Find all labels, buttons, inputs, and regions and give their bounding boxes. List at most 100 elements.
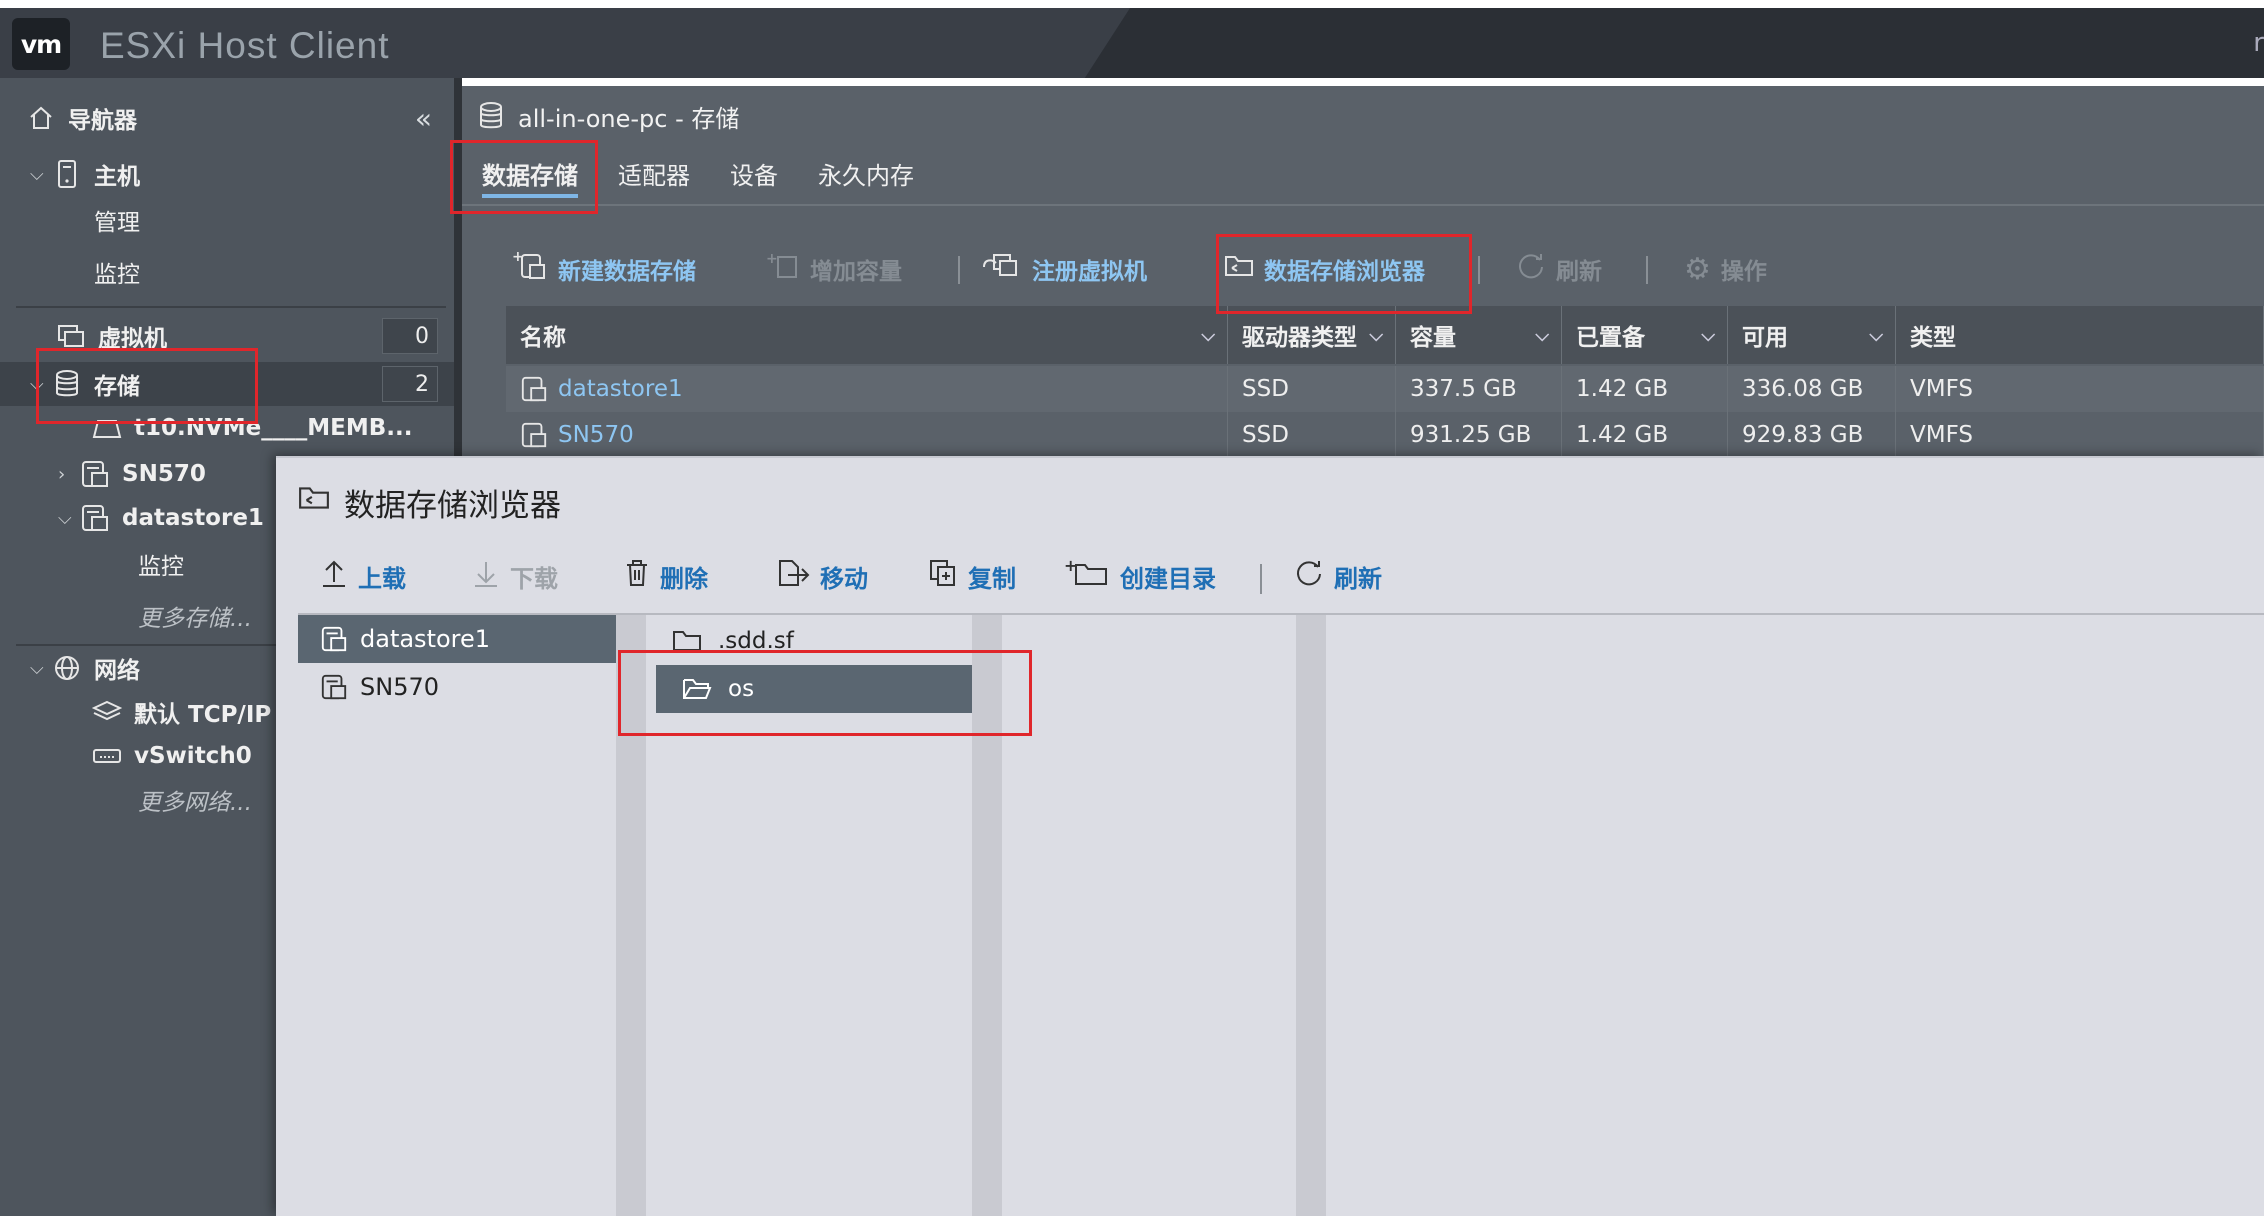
datastore-icon — [320, 672, 348, 702]
column-splitter[interactable] — [972, 615, 1002, 1216]
refresh-button[interactable]: 刷新 — [1516, 236, 1602, 302]
folder-browse-icon — [298, 484, 330, 520]
table-row[interactable]: datastore1 SSD 337.5 GB 1.42 GB 336.08 G… — [506, 366, 2264, 412]
column-splitter[interactable] — [616, 615, 646, 1216]
chevron-down-icon[interactable]: ⌵ — [1535, 325, 1549, 346]
new-datastore-button[interactable]: + 新建数据存储 — [512, 236, 696, 302]
tab-devices[interactable]: 设备 — [730, 154, 778, 198]
top-bar: vm ESXi Host Client r — [0, 8, 2264, 78]
tab-persistent-memory[interactable]: 永久内存 — [818, 154, 914, 198]
navigator-title: 导航器 — [68, 108, 137, 134]
create-directory-button[interactable]: + 创建目录 — [1064, 542, 1216, 610]
tab-bar: 数据存储 适配器 设备 永久内存 — [462, 146, 2264, 206]
nav-item-label: 更多存储... — [138, 606, 252, 632]
chevron-down-icon[interactable]: ⌵ — [30, 374, 52, 395]
datastore-icon — [80, 503, 110, 533]
column-label: 名称 — [520, 325, 566, 351]
folder-item-os[interactable]: os — [656, 665, 972, 713]
chevron-down-icon[interactable]: ⌵ — [30, 164, 52, 185]
datastore-list: datastore1 SN570 — [298, 615, 616, 1216]
button-label: 数据存储浏览器 — [1264, 259, 1425, 285]
chevron-down-icon[interactable]: ⌵ — [1369, 325, 1383, 346]
button-label: 创建目录 — [1120, 564, 1216, 593]
column-label: 类型 — [1910, 325, 1956, 351]
cell-capacity: 337.5 GB — [1396, 366, 1562, 412]
navigator-header: 导航器 « — [0, 96, 454, 140]
dialog-refresh-button[interactable]: 刷新 — [1294, 542, 1382, 610]
datastore-list-item-sn570[interactable]: SN570 — [298, 663, 616, 711]
download-button[interactable]: 下载 — [472, 542, 558, 610]
actions-button[interactable]: ⚙ 操作 — [1684, 236, 1767, 302]
column-label: 容量 — [1410, 325, 1456, 351]
nav-storage[interactable]: ⌵ 存储 2 — [0, 362, 454, 406]
nav-divider — [16, 306, 446, 308]
column-label: 可用 — [1742, 325, 1788, 351]
button-label: 刷新 — [1334, 564, 1382, 593]
storage-count-badge: 2 — [382, 366, 438, 402]
datastore-link[interactable]: SN570 — [558, 422, 634, 448]
gear-icon: ⚙ — [1684, 251, 1711, 287]
vm-count-badge: 0 — [382, 318, 438, 354]
column-header-type[interactable]: 类型 — [1896, 306, 2264, 364]
home-icon[interactable] — [26, 103, 56, 133]
datastore-name: datastore1 — [360, 625, 491, 653]
column-splitter[interactable] — [1296, 615, 1326, 1216]
delete-button[interactable]: 删除 — [624, 542, 708, 610]
datastore-icon — [320, 624, 348, 654]
nav-item-label: vSwitch0 — [134, 743, 252, 769]
nav-item-label: datastore1 — [122, 505, 264, 531]
column-header-name[interactable]: 名称 ⌵ — [506, 306, 1228, 364]
vmware-logo[interactable]: vm — [12, 18, 70, 70]
move-button[interactable]: 移动 — [776, 542, 868, 610]
nav-virtual-machines[interactable]: 虚拟机 0 — [0, 314, 454, 358]
button-label: 移动 — [820, 564, 868, 593]
nav-item-label: 默认 TCP/IP — [134, 702, 272, 728]
datastore-icon — [520, 421, 548, 449]
table-row[interactable]: SN570 SSD 931.25 GB 1.42 GB 929.83 GB VM… — [506, 412, 2264, 458]
increase-capacity-button[interactable]: + 增加容量 — [766, 236, 902, 302]
refresh-icon — [1516, 251, 1546, 287]
folder-name: os — [728, 676, 755, 702]
cell-type: VMFS — [1896, 366, 2264, 412]
nav-host-manage[interactable]: 管理 — [0, 198, 454, 242]
chevron-down-icon[interactable]: ⌵ — [1701, 325, 1715, 346]
move-icon — [776, 558, 810, 594]
nav-storage-device[interactable]: t10.NVMe____MEMB... — [0, 406, 454, 450]
user-menu[interactable]: r — [2253, 28, 2264, 58]
button-label: 下载 — [510, 564, 558, 593]
chevron-right-icon[interactable]: › — [58, 464, 80, 485]
column-header-drive-type[interactable]: 驱动器类型 ⌵ — [1228, 306, 1396, 364]
datastore-browser-button[interactable]: 数据存储浏览器 — [1224, 236, 1425, 302]
tab-adapters[interactable]: 适配器 — [618, 154, 690, 198]
toolbar-divider — [1646, 256, 1648, 284]
column-header-provisioned[interactable]: 已置备 ⌵ — [1562, 306, 1728, 364]
chevron-down-icon[interactable]: ⌵ — [1201, 325, 1215, 346]
nav-item-label: 监控 — [138, 554, 184, 580]
app-title: ESXi Host Client — [100, 25, 390, 66]
nav-host[interactable]: ⌵ 主机 — [0, 152, 454, 196]
copy-button[interactable]: 复制 — [928, 542, 1016, 610]
datastore-list-item-datastore1[interactable]: datastore1 — [298, 615, 616, 663]
copy-icon — [928, 558, 958, 594]
nav-host-monitor[interactable]: 监控 — [0, 250, 454, 294]
chevron-down-icon[interactable]: ⌵ — [30, 658, 52, 679]
chevron-down-icon[interactable]: ⌵ — [58, 508, 80, 529]
folder-contents-list — [1002, 615, 1296, 1216]
increase-capacity-icon: + — [766, 251, 800, 287]
chevron-down-icon[interactable]: ⌵ — [1869, 325, 1883, 346]
tab-datastores[interactable]: 数据存储 — [482, 154, 578, 198]
folder-item-sdd-sf[interactable]: .sdd.sf — [646, 617, 972, 665]
column-label: 已置备 — [1576, 325, 1645, 351]
folder-open-icon — [682, 676, 712, 702]
cell-free: 336.08 GB — [1728, 366, 1896, 412]
register-vm-button[interactable]: 注册虚拟机 — [980, 236, 1147, 302]
column-header-capacity[interactable]: 容量 ⌵ — [1396, 306, 1562, 364]
dialog-toolbar: 上载 下载 删除 移动 复制 + 创建目录 刷新 — [276, 542, 2264, 610]
upload-button[interactable]: 上载 — [320, 542, 406, 610]
trash-icon — [624, 558, 650, 594]
column-header-free[interactable]: 可用 ⌵ — [1728, 306, 1896, 364]
cell-type: VMFS — [1896, 412, 2264, 458]
toolbar-divider — [1260, 564, 1262, 594]
datastore-link[interactable]: datastore1 — [558, 376, 683, 402]
collapse-icon[interactable]: « — [415, 102, 432, 135]
